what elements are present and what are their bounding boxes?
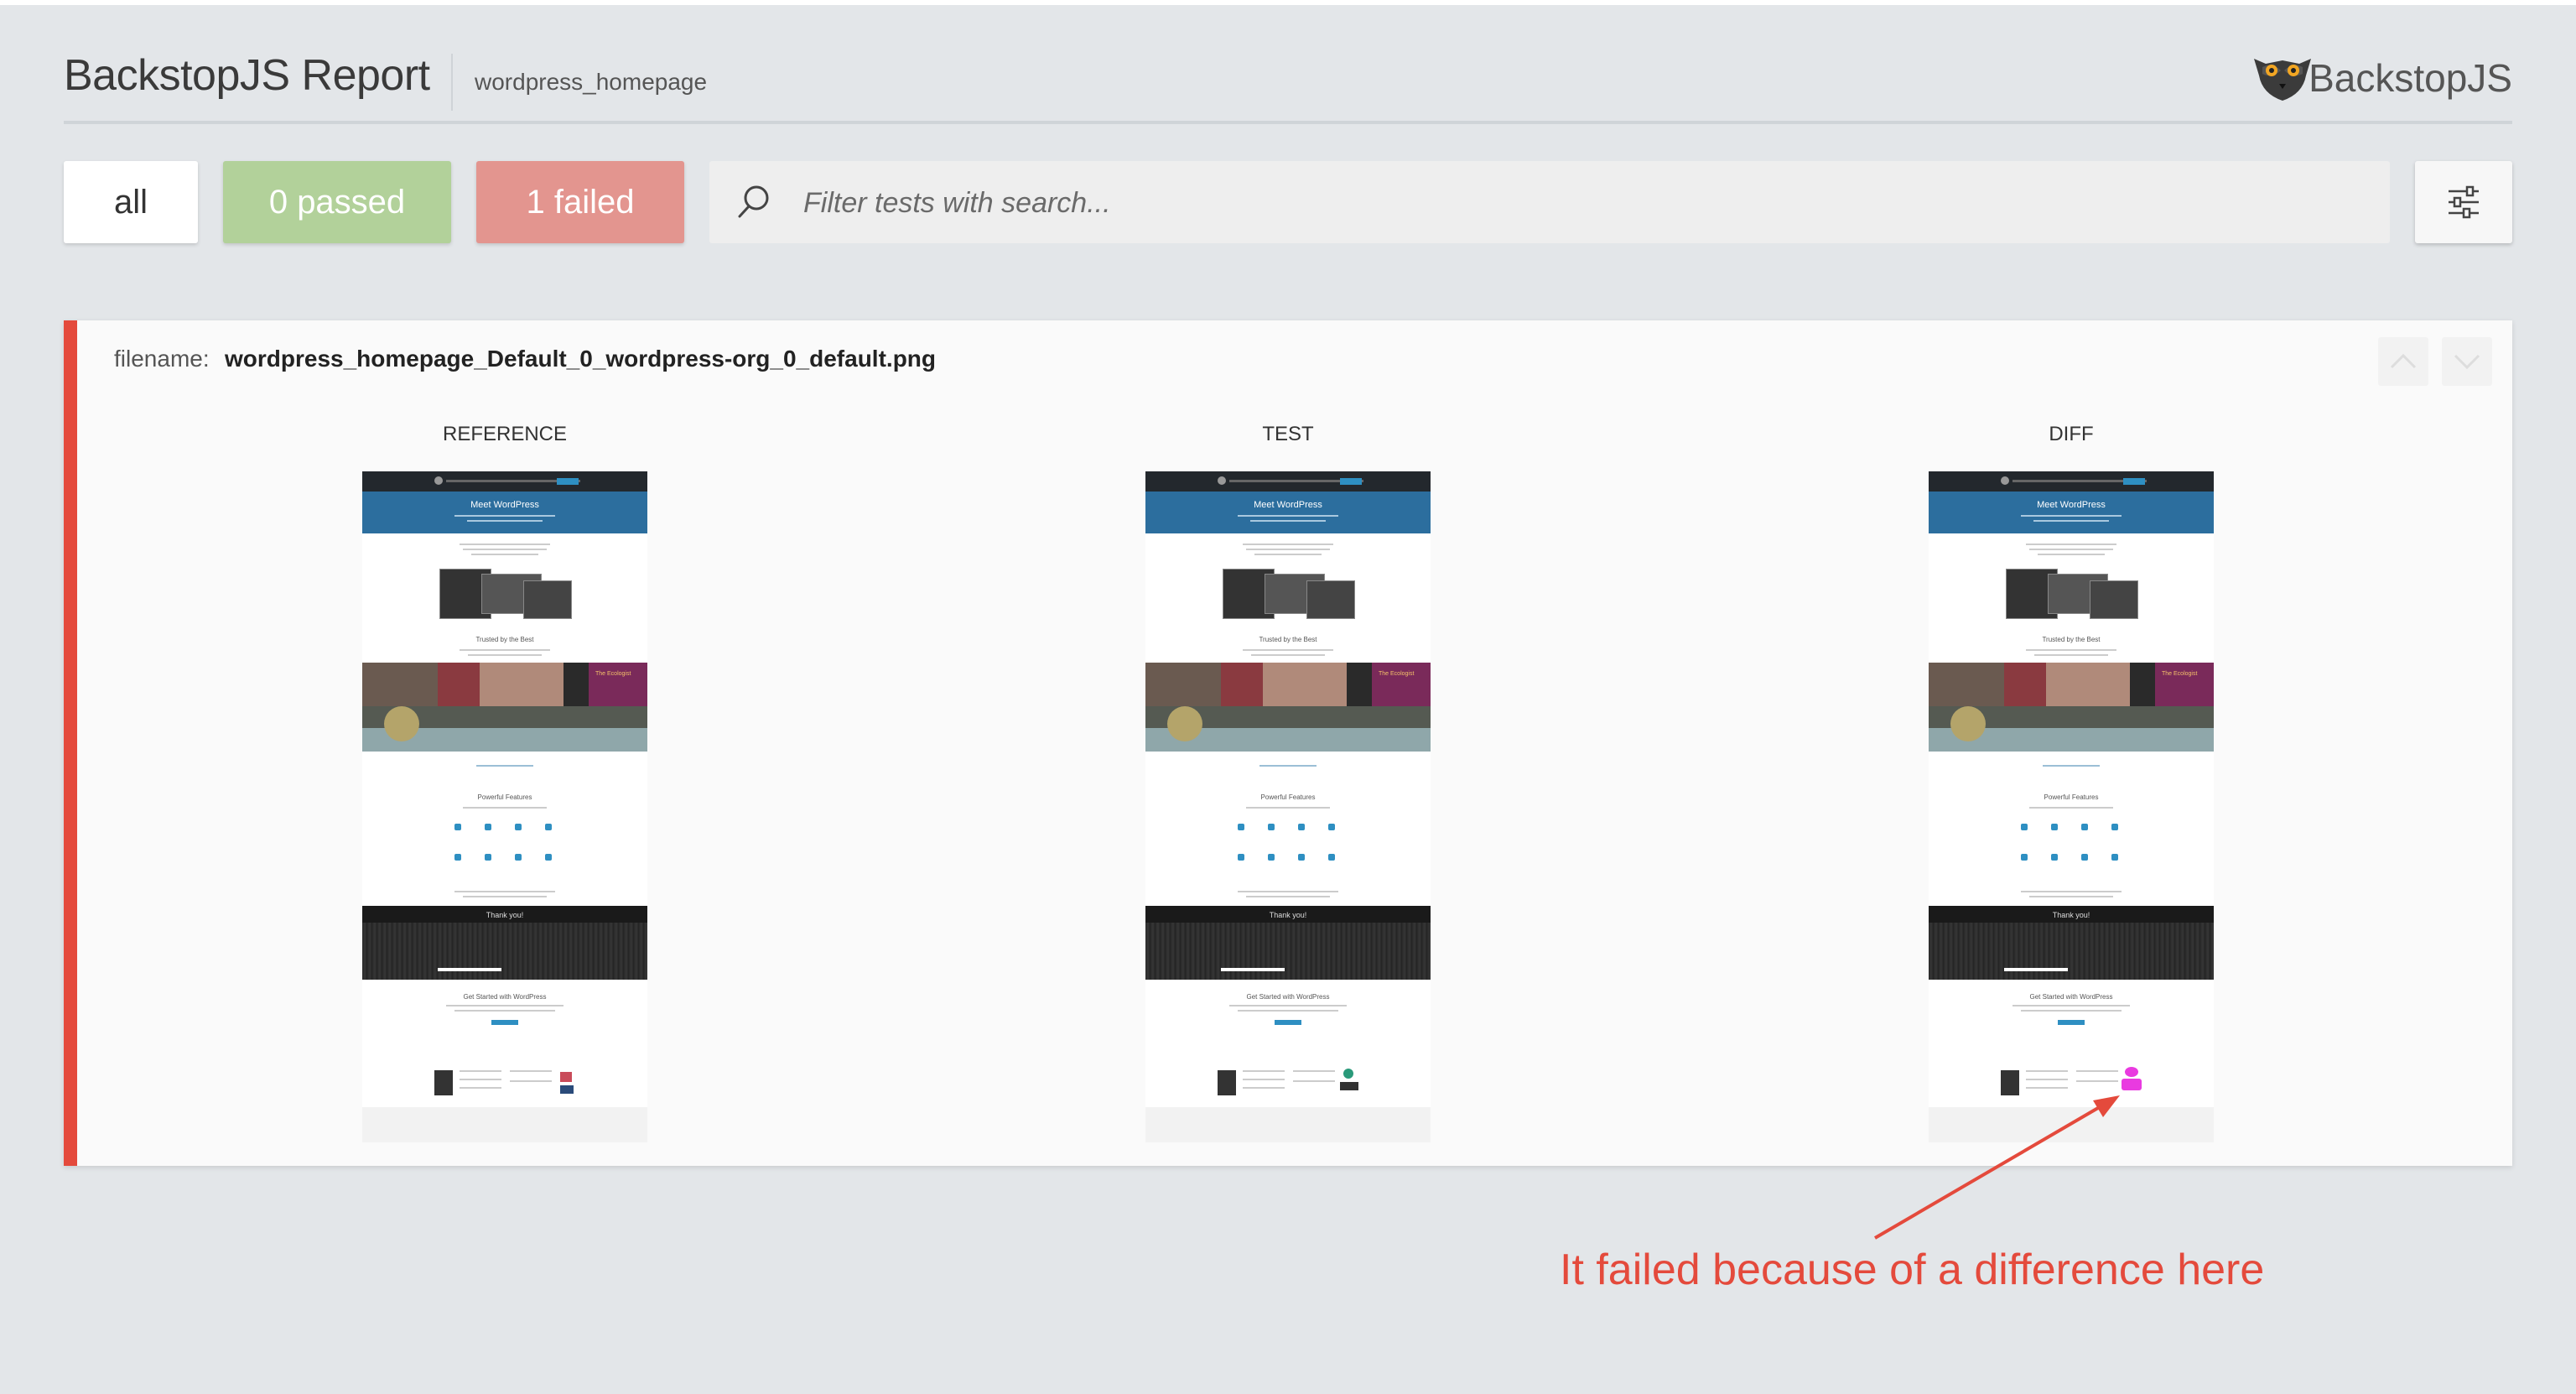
report-header: BackstopJS Report wordpress_homepage Bac… bbox=[64, 47, 2512, 124]
thumb-trusted-heading: Trusted by the Best bbox=[475, 636, 534, 643]
thumb-thanks-section: Thank you! bbox=[362, 906, 647, 980]
lemur-icon bbox=[2254, 59, 2311, 101]
filter-all-button[interactable]: all bbox=[64, 161, 198, 243]
chevron-down-icon bbox=[2454, 354, 2480, 370]
filter-passed-button[interactable]: 0 passed bbox=[223, 161, 451, 243]
header-rule bbox=[64, 121, 2512, 124]
thumb-navbar bbox=[1929, 471, 2214, 492]
thumb-feature-icons bbox=[446, 824, 564, 891]
thumb-hero-title: Meet WordPress bbox=[1254, 500, 1322, 510]
thumb-hero: Meet WordPress bbox=[362, 492, 647, 533]
test-screenshot[interactable]: Meet WordPress Trusted by the Best The E… bbox=[1145, 471, 1431, 1142]
header-divider bbox=[451, 54, 453, 111]
project-name: wordpress_homepage bbox=[475, 69, 708, 95]
thumb-features-heading: Powerful Features bbox=[2044, 793, 2099, 801]
thumb-showcase: The Ecologist bbox=[1145, 663, 1431, 752]
thumb-hero-title: Meet WordPress bbox=[470, 500, 539, 510]
reference-screenshot[interactable]: Meet WordPress Trusted by the Best The E… bbox=[362, 471, 647, 1142]
reference-label: REFERENCE bbox=[442, 423, 568, 445]
thumb-features-heading: Powerful Features bbox=[477, 793, 532, 801]
thumb-feature-icons bbox=[2012, 824, 2130, 891]
top-border bbox=[0, 0, 2576, 5]
thumb-hero: Meet WordPress bbox=[1145, 492, 1431, 533]
test-label: TEST bbox=[1262, 423, 1314, 445]
thumb-thanks-heading: Thank you! bbox=[486, 911, 524, 919]
search-icon bbox=[738, 185, 769, 218]
thumb-features-heading: Powerful Features bbox=[1260, 793, 1316, 801]
report-title: BackstopJS Report bbox=[64, 51, 430, 100]
thumb-device-screens bbox=[439, 567, 572, 621]
thumb-device-screens bbox=[1223, 567, 1355, 621]
search-input[interactable] bbox=[802, 161, 2365, 245]
settings-button[interactable] bbox=[2415, 161, 2512, 243]
logo-text: BackstopJS bbox=[2309, 56, 2512, 100]
thumb-navbar bbox=[1145, 471, 1431, 492]
thumb-get-started-heading: Get Started with WordPress bbox=[2029, 993, 2113, 1001]
thumb-trusted-heading: Trusted by the Best bbox=[2042, 636, 2101, 643]
test-result-card: filename: wordpress_homepage_Default_0_w… bbox=[64, 320, 2512, 1166]
filename-value: wordpress_homepage_Default_0_wordpress-o… bbox=[225, 346, 936, 372]
thumb-showcase: The Ecologist bbox=[362, 663, 647, 752]
thumb-device-screens bbox=[2006, 567, 2138, 621]
sliders-icon bbox=[2449, 185, 2479, 219]
thumb-showcase: The Ecologist bbox=[1929, 663, 2214, 752]
previous-button[interactable] bbox=[2378, 337, 2428, 386]
diff-highlight bbox=[2122, 1079, 2142, 1090]
thumb-thanks-section: Thank you! bbox=[1929, 906, 2214, 980]
diff-highlight bbox=[2125, 1067, 2138, 1077]
fail-status-bar bbox=[64, 320, 77, 1166]
thumb-get-started-heading: Get Started with WordPress bbox=[463, 993, 547, 1001]
thumb-hero-title: Meet WordPress bbox=[2037, 500, 2106, 510]
search-bar bbox=[709, 161, 2390, 245]
thumb-hero: Meet WordPress bbox=[1929, 492, 2214, 533]
thumb-feature-icons bbox=[1229, 824, 1347, 891]
chevron-up-icon bbox=[2390, 353, 2417, 369]
diff-label: DIFF bbox=[2049, 423, 2094, 445]
filename-label: filename: bbox=[114, 346, 210, 372]
thumb-get-started-heading: Get Started with WordPress bbox=[1246, 993, 1330, 1001]
filter-failed-button[interactable]: 1 failed bbox=[476, 161, 684, 243]
thumb-thanks-heading: Thank you! bbox=[1269, 911, 1307, 919]
thumb-thanks-heading: Thank you! bbox=[2052, 911, 2090, 919]
next-button[interactable] bbox=[2442, 337, 2492, 386]
thumb-navbar bbox=[362, 471, 647, 492]
thumb-trusted-heading: Trusted by the Best bbox=[1259, 636, 1317, 643]
annotation-text: It failed because of a difference here bbox=[1560, 1246, 2265, 1294]
diff-screenshot[interactable]: Meet WordPress Trusted by the Best The E… bbox=[1929, 471, 2214, 1142]
thumb-thanks-section: Thank you! bbox=[1145, 906, 1431, 980]
